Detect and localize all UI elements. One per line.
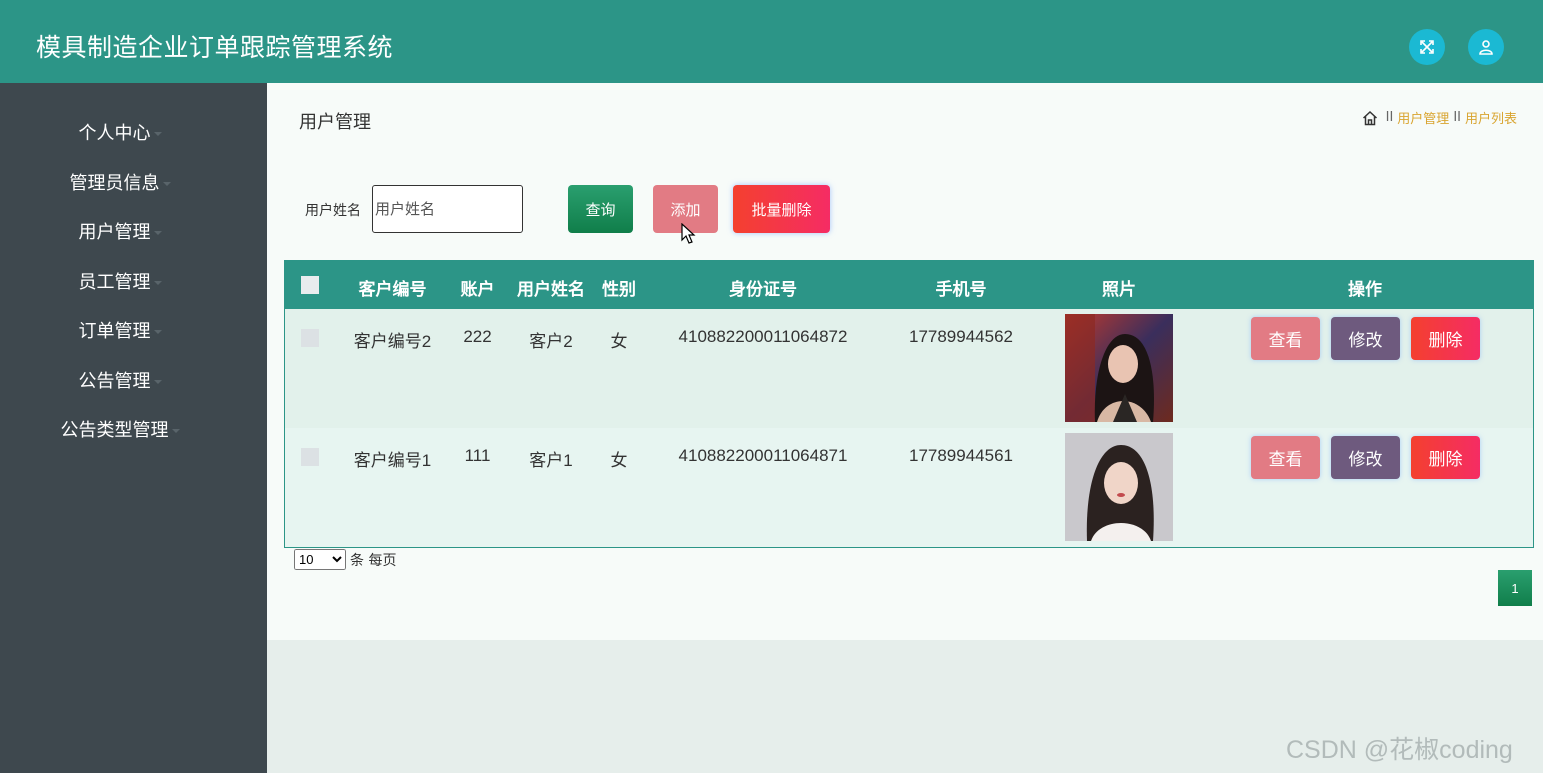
col-gender: 性别 xyxy=(602,280,636,300)
breadcrumb-user-list[interactable]: 用户列表 xyxy=(1465,108,1517,127)
cell-account: 222 xyxy=(463,327,492,346)
sidebar: 个人中心 管理员信息 用户管理 员工管理 订单管理 公告管理 公告类型管理 xyxy=(0,83,267,773)
mouse-cursor-icon xyxy=(681,223,696,244)
sidebar-item-label: 员工管理 xyxy=(78,272,151,293)
sidebar-item-label: 公告管理 xyxy=(78,371,151,392)
col-photo: 照片 xyxy=(1102,280,1136,300)
cell-name: 客户1 xyxy=(529,451,573,470)
sidebar-item-notice-management[interactable]: 公告管理 xyxy=(0,367,240,393)
sidebar-item-order-management[interactable]: 订单管理 xyxy=(0,317,240,343)
search-name-input[interactable] xyxy=(372,185,523,233)
top-header: 模具制造企业订单跟踪管理系统 xyxy=(0,0,1543,83)
sidebar-item-label: 个人中心 xyxy=(78,123,151,144)
page-size-suffix: 条 每页 xyxy=(350,552,397,569)
caret-down-icon xyxy=(153,132,162,136)
caret-down-icon xyxy=(162,182,171,186)
sidebar-item-employee-management[interactable]: 员工管理 xyxy=(0,268,240,294)
cell-phone: 17789944561 xyxy=(908,446,1013,465)
row-checkbox[interactable] xyxy=(301,329,319,347)
app-title: 模具制造企业订单跟踪管理系统 xyxy=(36,33,394,62)
view-button[interactable]: 查看 xyxy=(1251,436,1320,479)
cell-customer-no: 客户编号2 xyxy=(353,332,432,351)
cell-name: 客户2 xyxy=(529,332,573,351)
page-title: 用户管理 xyxy=(299,112,371,133)
cell-customer-no: 客户编号1 xyxy=(353,451,432,470)
cell-account: 111 xyxy=(464,446,491,465)
sidebar-item-label: 管理员信息 xyxy=(69,173,160,194)
table-row: 客户编号1 111 客户1 女 410882200011064871 17789… xyxy=(285,428,1533,547)
sidebar-item-user-management[interactable]: 用户管理 xyxy=(0,218,240,244)
delete-button[interactable]: 删除 xyxy=(1411,317,1480,360)
fullscreen-button[interactable] xyxy=(1409,29,1445,65)
col-id-card: 身份证号 xyxy=(729,280,797,300)
sidebar-item-admin-info[interactable]: 管理员信息 xyxy=(0,169,240,195)
page-size-select[interactable]: 10 xyxy=(294,549,346,570)
caret-down-icon xyxy=(171,429,180,433)
cell-id-card: 410882200011064872 xyxy=(678,327,848,346)
caret-down-icon xyxy=(153,281,162,285)
home-icon[interactable] xyxy=(1362,110,1378,126)
sidebar-item-notice-type-management[interactable]: 公告类型管理 xyxy=(0,416,240,442)
col-account: 账户 xyxy=(460,280,495,300)
col-actions: 操作 xyxy=(1348,280,1382,300)
cell-phone: 17789944562 xyxy=(908,327,1013,346)
breadcrumb-separator: II xyxy=(1385,110,1394,125)
breadcrumb-user-management[interactable]: 用户管理 xyxy=(1397,108,1449,127)
user-menu-button[interactable] xyxy=(1468,29,1504,65)
col-phone: 手机号 xyxy=(935,280,987,300)
caret-down-icon xyxy=(153,330,162,334)
table-header: 客户编号 账户 用户姓名 性别 身份证号 手机号 照片 操作 xyxy=(285,261,1533,309)
user-table: 客户编号 账户 用户姓名 性别 身份证号 手机号 照片 操作 客户编号2 222… xyxy=(284,260,1534,548)
watermark: CSDN @花椒coding xyxy=(1286,736,1513,764)
fullscreen-icon xyxy=(1420,40,1434,54)
sidebar-item-personal-center[interactable]: 个人中心 xyxy=(0,119,240,145)
caret-down-icon xyxy=(153,380,162,384)
select-all-checkbox[interactable] xyxy=(301,276,319,294)
cell-id-card: 410882200011064871 xyxy=(678,446,848,465)
breadcrumb: II 用户管理 II 用户列表 xyxy=(1362,108,1517,127)
breadcrumb-separator: II xyxy=(1453,110,1461,125)
cell-gender: 女 xyxy=(610,332,628,351)
row-checkbox[interactable] xyxy=(301,448,319,466)
page-size-control: 10 条 每页 xyxy=(294,549,396,570)
col-customer-no: 客户编号 xyxy=(358,280,427,300)
batch-delete-button[interactable]: 批量删除 xyxy=(733,185,830,233)
table-row: 客户编号2 222 客户2 女 410882200011064872 17789… xyxy=(285,309,1533,428)
user-photo[interactable] xyxy=(1065,433,1173,541)
query-button[interactable]: 查询 xyxy=(568,185,633,233)
sidebar-item-label: 用户管理 xyxy=(78,222,151,243)
caret-down-icon xyxy=(153,231,162,235)
page-number-button[interactable]: 1 xyxy=(1498,570,1532,606)
cell-gender: 女 xyxy=(610,451,628,470)
search-name-label: 用户姓名 xyxy=(305,203,361,219)
view-button[interactable]: 查看 xyxy=(1251,317,1320,360)
user-photo[interactable] xyxy=(1065,314,1173,422)
edit-button[interactable]: 修改 xyxy=(1331,317,1400,360)
delete-button[interactable]: 删除 xyxy=(1411,436,1480,479)
main-content: 用户管理 II 用户管理 II 用户列表 用户姓名 查询 添加 批量删除 客户编… xyxy=(267,83,1543,640)
sidebar-item-label: 公告类型管理 xyxy=(60,420,169,441)
sidebar-item-label: 订单管理 xyxy=(78,321,151,342)
edit-button[interactable]: 修改 xyxy=(1331,436,1400,479)
col-name: 用户姓名 xyxy=(517,280,585,300)
user-icon xyxy=(1479,40,1493,55)
